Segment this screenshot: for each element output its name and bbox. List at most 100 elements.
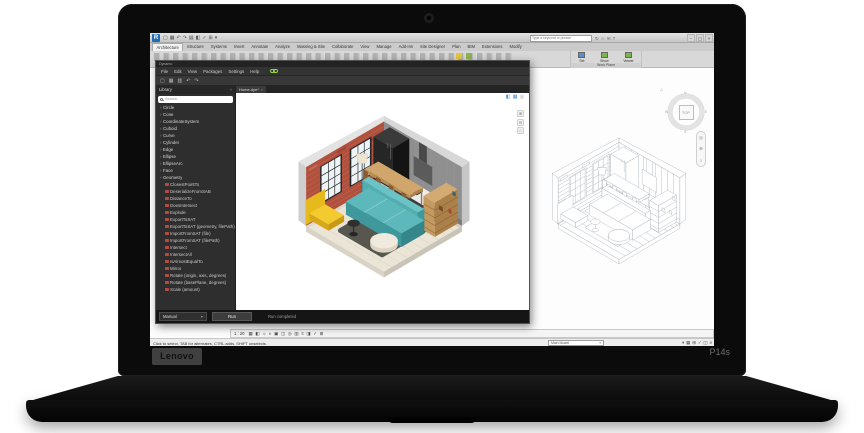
ribbon-tab[interactable]: Systems bbox=[207, 43, 230, 51]
print-icon[interactable]: ▤ bbox=[189, 35, 194, 41]
new-icon[interactable]: ▢ bbox=[160, 76, 165, 86]
analytical-model-icon[interactable]: ✓ bbox=[313, 330, 317, 338]
help-icon[interactable]: ? bbox=[613, 35, 616, 42]
shadows-icon[interactable]: ◐ bbox=[269, 330, 272, 338]
zoom-out-icon[interactable]: ⊖ bbox=[517, 119, 524, 126]
menu-item[interactable]: Help bbox=[247, 67, 262, 76]
measure-icon[interactable]: ◧ bbox=[196, 35, 201, 41]
background-preview-icon[interactable]: ◧ bbox=[506, 95, 511, 101]
dynamo-canvas[interactable]: Home.dyn* × ◧▦◎ ⊕⊖⌂ bbox=[236, 86, 529, 310]
ribbon-tab[interactable]: Extensions bbox=[479, 43, 506, 51]
library-item[interactable]: › Cone bbox=[156, 111, 235, 118]
tag-icon[interactable]: ✓ bbox=[202, 35, 206, 41]
library-item[interactable]: › Face bbox=[156, 167, 235, 174]
undo-icon[interactable]: ↶ bbox=[186, 76, 190, 86]
revit-logo-icon[interactable]: R bbox=[152, 34, 160, 42]
run-mode-select[interactable]: Manual ▾ bbox=[159, 312, 207, 321]
open-icon[interactable]: ▦ bbox=[169, 76, 174, 86]
ribbon-tab[interactable]: Add-Ins bbox=[395, 43, 416, 51]
communication-center-icon[interactable]: ✉ bbox=[607, 35, 611, 42]
background-process-icon[interactable]: ◫ bbox=[703, 340, 707, 346]
close-button[interactable]: × bbox=[705, 34, 713, 42]
ribbon-tab[interactable]: Architecture bbox=[152, 43, 183, 51]
library-item[interactable]: › Intersect bbox=[156, 244, 235, 251]
menu-item[interactable]: File bbox=[158, 67, 171, 76]
ribbon-tab[interactable]: Analyze bbox=[272, 43, 294, 51]
ribbon-tab[interactable]: BIM bbox=[464, 43, 478, 51]
section-icon[interactable]: ⊞ bbox=[209, 35, 213, 41]
ribbon-tab[interactable]: Manage bbox=[373, 43, 395, 51]
work-plane-button[interactable]: Set bbox=[578, 52, 585, 63]
close-icon[interactable]: × bbox=[261, 87, 263, 92]
ribbon-tool-icon[interactable] bbox=[466, 53, 472, 59]
home-icon[interactable]: ⌂ bbox=[700, 158, 703, 163]
ribbon-tab[interactable]: Structure bbox=[183, 43, 207, 51]
library-item[interactable]: › Cuboid bbox=[156, 125, 235, 132]
ribbon-tab[interactable]: Collaborate bbox=[329, 43, 357, 51]
menu-item[interactable]: Settings bbox=[225, 67, 247, 76]
library-item[interactable]: › ExportToSAT bbox=[156, 216, 235, 223]
dynamo-3d-preview[interactable] bbox=[270, 89, 498, 289]
library-item[interactable]: › EllipseArc bbox=[156, 160, 235, 167]
library-item[interactable]: › ClosestPointTo bbox=[156, 181, 235, 188]
ribbon-tab[interactable]: Insert bbox=[230, 43, 247, 51]
library-search-input[interactable]: Search bbox=[158, 96, 233, 103]
zoom-in-icon[interactable]: ⊕ bbox=[517, 110, 524, 117]
selection-count-icon[interactable]: ≡ bbox=[709, 340, 712, 346]
detail-level-icon[interactable]: ▦ bbox=[248, 330, 252, 338]
select-toggle-icon[interactable]: ⊞ bbox=[692, 340, 696, 346]
library-item[interactable]: › IntersectAll bbox=[156, 251, 235, 258]
reveal-hidden-icon[interactable]: ▥ bbox=[294, 330, 298, 338]
library-item[interactable]: › ImportFromSAT (filePath) bbox=[156, 237, 235, 244]
reveal-constraints-icon[interactable]: ⊞ bbox=[320, 330, 324, 338]
save-icon[interactable]: ▦ bbox=[170, 35, 175, 41]
view-cube[interactable]: ⌂ TOP N E S W bbox=[664, 90, 708, 134]
library-item[interactable]: › Scale (amount) bbox=[156, 286, 235, 293]
active-workset-select[interactable]: Main Model ▾ bbox=[548, 340, 604, 346]
collapse-icon[interactable]: « bbox=[230, 86, 232, 94]
library-item[interactable]: › Ellipse bbox=[156, 153, 235, 160]
zoom-icon[interactable]: ⊕ bbox=[699, 146, 703, 151]
favorites-icon[interactable]: ☆ bbox=[601, 35, 605, 42]
library-item[interactable]: › Curve bbox=[156, 132, 235, 139]
menu-item[interactable]: View bbox=[185, 67, 200, 76]
worksharing-display-icon[interactable]: ≡ bbox=[301, 330, 304, 338]
library-item[interactable]: › ExportToSAT (geometry, filePath) bbox=[156, 223, 235, 230]
ribbon-tab[interactable]: Massing & Site bbox=[294, 43, 329, 51]
redo-icon[interactable]: ↷ bbox=[183, 35, 187, 41]
crop-view-icon[interactable]: ▣ bbox=[274, 330, 278, 338]
ribbon-tab[interactable]: View bbox=[357, 43, 373, 51]
work-plane-button[interactable]: Viewer bbox=[623, 52, 633, 63]
menu-item[interactable]: Packages bbox=[200, 67, 225, 76]
library-item[interactable]: › DeserializeFromSAB bbox=[156, 188, 235, 195]
ribbon-tab[interactable]: Plan bbox=[449, 43, 464, 51]
library-item[interactable]: › Geometry bbox=[156, 174, 235, 181]
ribbon-tab[interactable]: Site Designer bbox=[417, 43, 449, 51]
temporary-hide-isolate-icon[interactable]: ◎ bbox=[288, 330, 292, 338]
filter-icon[interactable]: ▦ bbox=[686, 340, 690, 346]
menu-item[interactable]: Edit bbox=[171, 67, 185, 76]
graph-view-icon[interactable]: ▦ bbox=[513, 95, 518, 101]
library-item[interactable]: › Explode bbox=[156, 209, 235, 216]
view-scale[interactable]: 1 : 20 bbox=[234, 331, 244, 336]
steering-wheel-icon[interactable]: ◎ bbox=[699, 135, 703, 140]
camera-export-icon[interactable]: ◎ bbox=[520, 95, 524, 101]
more-icon[interactable]: ▾ bbox=[215, 35, 218, 41]
library-item[interactable]: › Mirror bbox=[156, 265, 235, 272]
open-icon[interactable]: ▢ bbox=[163, 35, 168, 41]
maximize-button[interactable]: ▢ bbox=[696, 34, 704, 42]
show-crop-icon[interactable]: ◫ bbox=[281, 330, 285, 338]
viewcube-home-icon[interactable]: ⌂ bbox=[660, 87, 663, 93]
ribbon-tab[interactable]: Annotate bbox=[248, 43, 272, 51]
redo-icon[interactable]: ↷ bbox=[194, 76, 198, 86]
save-icon[interactable]: ▥ bbox=[177, 76, 182, 86]
minimize-button[interactable]: − bbox=[687, 34, 695, 42]
library-item[interactable]: › IsAlmostEqualTo bbox=[156, 258, 235, 265]
work-plane-button[interactable]: Show bbox=[600, 52, 608, 63]
zoom-fit-icon[interactable]: ⌂ bbox=[517, 127, 524, 134]
library-item[interactable]: › CoordinateSystem bbox=[156, 118, 235, 125]
run-button[interactable]: Run bbox=[212, 312, 252, 321]
library-item[interactable]: › ImportFromSAT (file) bbox=[156, 230, 235, 237]
ribbon-tab[interactable]: Modify bbox=[506, 43, 525, 51]
viewcube-top-face[interactable]: TOP bbox=[679, 105, 694, 120]
